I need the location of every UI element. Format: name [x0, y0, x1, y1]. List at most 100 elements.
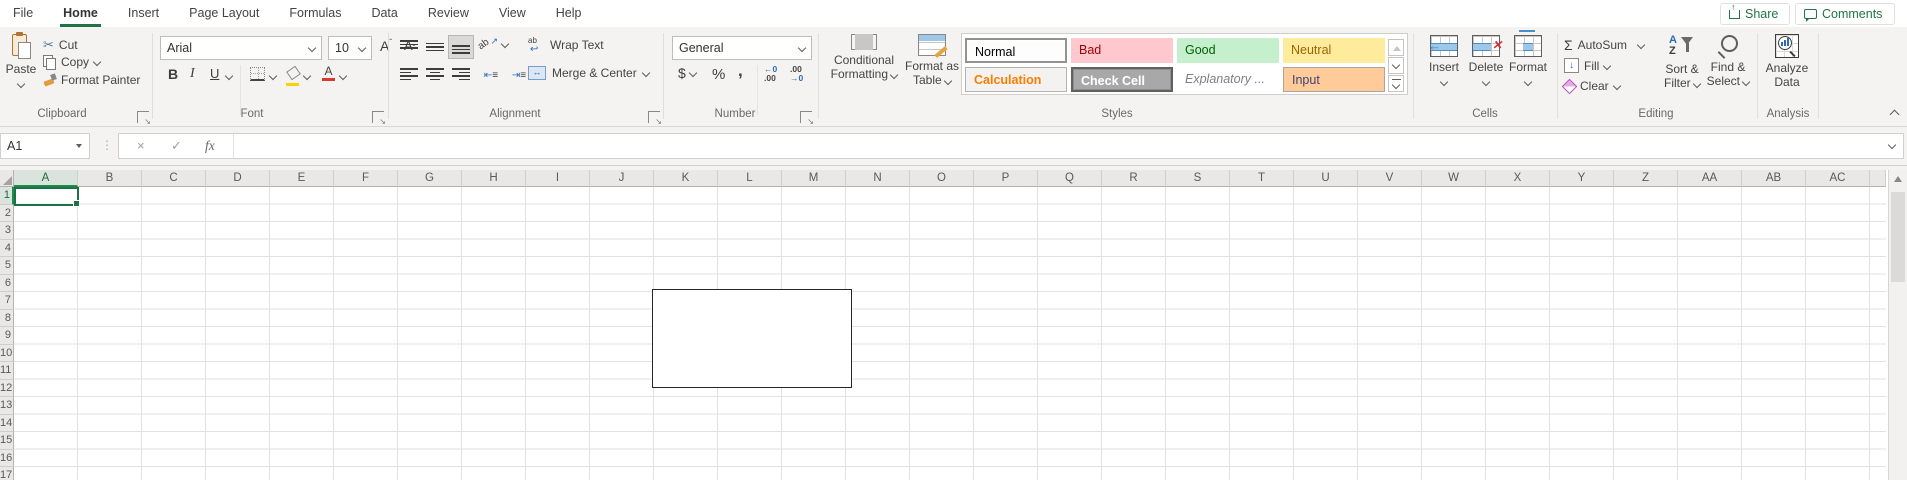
- formula-bar-grip-icon[interactable]: ⋮: [101, 138, 113, 152]
- merge-center-button[interactable]: ↔ Merge & Center: [528, 66, 649, 80]
- column-header-W[interactable]: W: [1422, 170, 1486, 187]
- column-header-AB[interactable]: AB: [1742, 170, 1806, 187]
- underline-dropdown-icon[interactable]: [225, 72, 233, 80]
- formula-bar-expand-icon[interactable]: [1888, 141, 1896, 149]
- tab-data[interactable]: Data: [368, 0, 400, 27]
- autosum-dropdown-icon[interactable]: [1637, 41, 1645, 49]
- enter-button[interactable]: ✓: [171, 138, 182, 154]
- row-header-16[interactable]: 16: [0, 450, 14, 468]
- borders-icon[interactable]: [250, 67, 265, 81]
- row-header-7[interactable]: 7: [0, 292, 14, 310]
- row-header-2[interactable]: 2: [0, 205, 14, 223]
- style-chip-neutral[interactable]: Neutral: [1283, 38, 1385, 63]
- vertical-scrollbar[interactable]: [1888, 170, 1907, 480]
- copy-dropdown-icon[interactable]: [93, 58, 101, 66]
- tab-view[interactable]: View: [496, 0, 529, 27]
- column-header-X[interactable]: X: [1486, 170, 1550, 187]
- decrease-decimal-button[interactable]: .00 →0: [790, 65, 803, 83]
- autosum-button[interactable]: Σ AutoSum: [1564, 37, 1644, 53]
- decrease-indent-button[interactable]: ⇤≡: [478, 63, 504, 87]
- conditional-formatting-button[interactable]: Conditional Formatting: [827, 34, 901, 81]
- column-header-R[interactable]: R: [1102, 170, 1166, 187]
- row-header-10[interactable]: 10: [0, 345, 14, 363]
- merge-center-dropdown-icon[interactable]: [641, 69, 649, 77]
- tab-review[interactable]: Review: [425, 0, 472, 27]
- styles-scroll-up-button[interactable]: [1388, 39, 1404, 56]
- bottom-align-button[interactable]: [448, 35, 474, 59]
- paste-button[interactable]: Paste: [4, 33, 38, 90]
- name-box-dropdown-icon[interactable]: [76, 144, 82, 148]
- top-align-button[interactable]: [396, 35, 422, 59]
- tab-page-layout[interactable]: Page Layout: [186, 0, 262, 27]
- select-all-button[interactable]: [0, 170, 14, 187]
- cells-area[interactable]: [14, 187, 1886, 480]
- column-header-I[interactable]: I: [526, 170, 590, 187]
- align-left-button[interactable]: [396, 63, 422, 87]
- style-chip-normal[interactable]: Normal: [965, 38, 1067, 63]
- row-header-15[interactable]: 15: [0, 432, 14, 450]
- column-header-AA[interactable]: AA: [1678, 170, 1742, 187]
- clipboard-dialog-launcher-icon[interactable]: [137, 111, 149, 123]
- fill-button[interactable]: ↓ Fill: [1564, 58, 1610, 73]
- row-header-11[interactable]: 11: [0, 362, 14, 380]
- clear-button[interactable]: Clear: [1564, 79, 1620, 93]
- column-header-J[interactable]: J: [590, 170, 654, 187]
- column-header-B[interactable]: B: [78, 170, 142, 187]
- borders-dropdown-icon[interactable]: [269, 72, 277, 80]
- style-chip-check_cell[interactable]: Check Cell: [1071, 67, 1173, 92]
- row-header-8[interactable]: 8: [0, 310, 14, 328]
- font-family-select[interactable]: Arial: [160, 36, 322, 60]
- column-header-F[interactable]: F: [334, 170, 398, 187]
- sort-filter-button[interactable]: AZ Sort & Filter: [1660, 35, 1704, 90]
- row-header-6[interactable]: 6: [0, 275, 14, 293]
- column-header-Y[interactable]: Y: [1550, 170, 1614, 187]
- percent-style-button[interactable]: %: [712, 66, 725, 83]
- increase-font-size-button[interactable]: Aˆ: [380, 38, 392, 54]
- align-right-button[interactable]: [448, 63, 474, 87]
- column-header-G[interactable]: G: [398, 170, 462, 187]
- column-header-L[interactable]: L: [718, 170, 782, 187]
- wrap-text-button[interactable]: Wrap Text: [528, 38, 604, 52]
- orientation-button[interactable]: [478, 36, 508, 52]
- style-chip-good[interactable]: Good: [1177, 38, 1279, 63]
- number-format-select[interactable]: General: [672, 36, 812, 60]
- column-header-extra[interactable]: [1870, 170, 1886, 187]
- comma-style-button[interactable]: ,: [738, 61, 743, 81]
- column-header-U[interactable]: U: [1294, 170, 1358, 187]
- alignment-dialog-launcher-icon[interactable]: [648, 111, 660, 123]
- styles-scroll-down-button[interactable]: [1388, 57, 1404, 74]
- row-header-14[interactable]: 14: [0, 415, 14, 433]
- column-header-A[interactable]: A: [14, 170, 78, 187]
- scrollbar-up-icon[interactable]: [1894, 176, 1902, 182]
- insert-cells-button[interactable]: ← Insert: [1424, 35, 1464, 88]
- column-header-T[interactable]: T: [1230, 170, 1294, 187]
- row-header-12[interactable]: 12: [0, 380, 14, 398]
- tab-file[interactable]: File: [10, 0, 36, 27]
- row-header-4[interactable]: 4: [0, 240, 14, 258]
- font-color-button[interactable]: A: [322, 64, 335, 81]
- cancel-button[interactable]: ×: [137, 138, 145, 153]
- row-header-13[interactable]: 13: [0, 397, 14, 415]
- share-button[interactable]: Share: [1720, 3, 1790, 25]
- scrollbar-thumb[interactable]: [1891, 192, 1905, 282]
- row-header-9[interactable]: 9: [0, 327, 14, 345]
- analyze-data-button[interactable]: Analyze Data: [1764, 34, 1810, 89]
- column-header-O[interactable]: O: [910, 170, 974, 187]
- tab-formulas[interactable]: Formulas: [286, 0, 344, 27]
- styles-more-button[interactable]: [1388, 75, 1404, 92]
- column-header-K[interactable]: K: [654, 170, 718, 187]
- column-header-D[interactable]: D: [206, 170, 270, 187]
- underline-button[interactable]: U: [210, 66, 219, 81]
- style-chip-input[interactable]: Input: [1283, 67, 1385, 92]
- column-header-E[interactable]: E: [270, 170, 334, 187]
- bold-button[interactable]: B: [168, 66, 178, 82]
- align-center-button[interactable]: [422, 63, 448, 87]
- fill-dropdown-icon[interactable]: [1603, 61, 1611, 69]
- row-header-1[interactable]: 1: [0, 187, 14, 205]
- comments-button[interactable]: Comments: [1795, 3, 1895, 25]
- insert-function-button[interactable]: fx: [205, 138, 215, 154]
- cut-button[interactable]: ✂ Cut: [43, 37, 78, 53]
- number-dialog-launcher-icon[interactable]: [800, 111, 812, 123]
- column-header-S[interactable]: S: [1166, 170, 1230, 187]
- font-dialog-launcher-icon[interactable]: [372, 111, 384, 123]
